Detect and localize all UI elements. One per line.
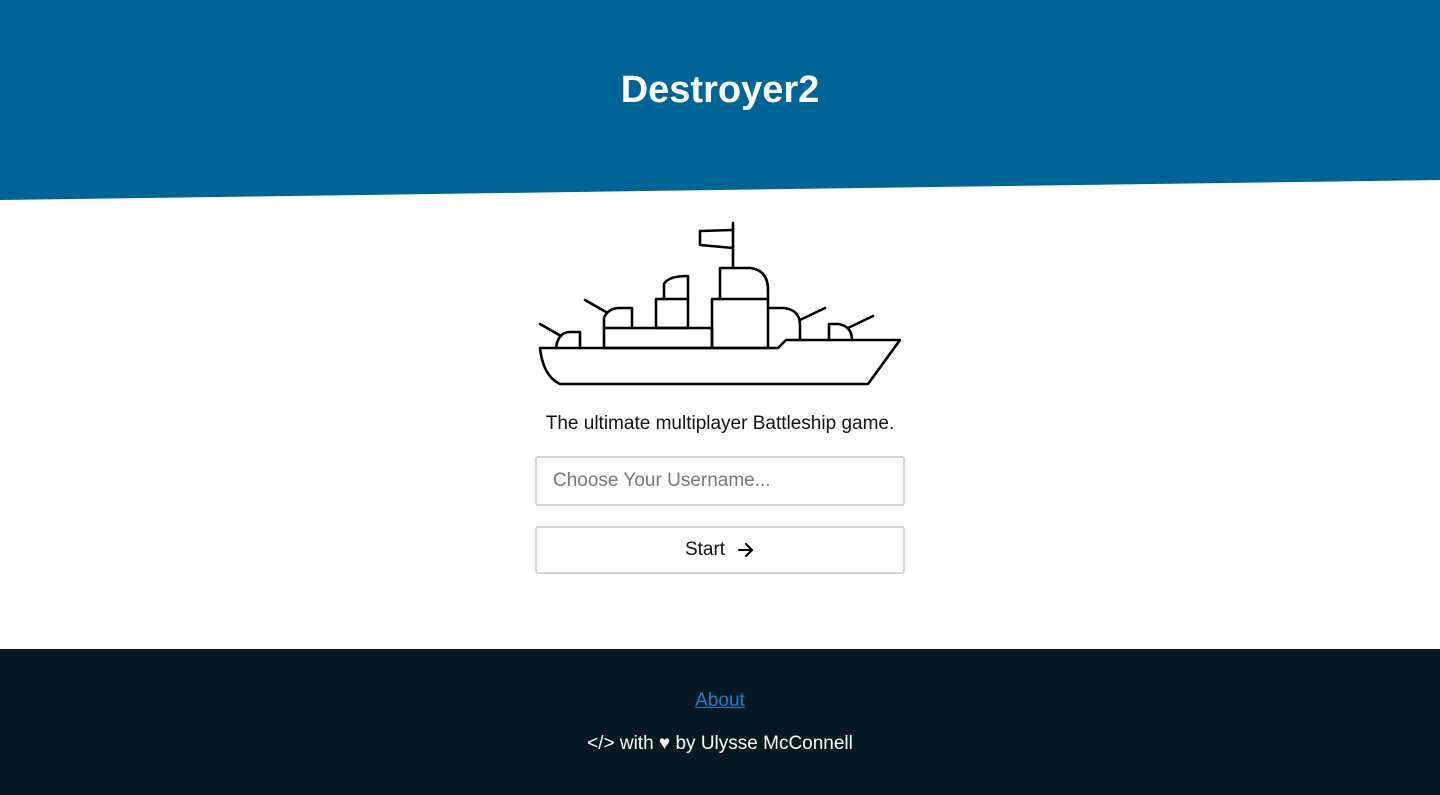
about-link-container: About	[0, 688, 1440, 714]
battleship-icon	[538, 221, 902, 386]
footer	[0, 649, 1440, 795]
arrow-right-icon	[738, 543, 754, 557]
app-title: Destroyer2	[620, 69, 820, 111]
credit-text: </> with ♥ by Ulysse McConnell	[587, 733, 853, 754]
start-button[interactable]: Start	[535, 526, 905, 574]
tagline: The ultimate multiplayer Battleship game…	[545, 413, 895, 434]
start-button-label: Start	[684, 539, 726, 560]
header: Destroyer2	[0, 0, 1440, 200]
username-input[interactable]	[535, 456, 905, 506]
about-link[interactable]: About	[695, 690, 745, 711]
